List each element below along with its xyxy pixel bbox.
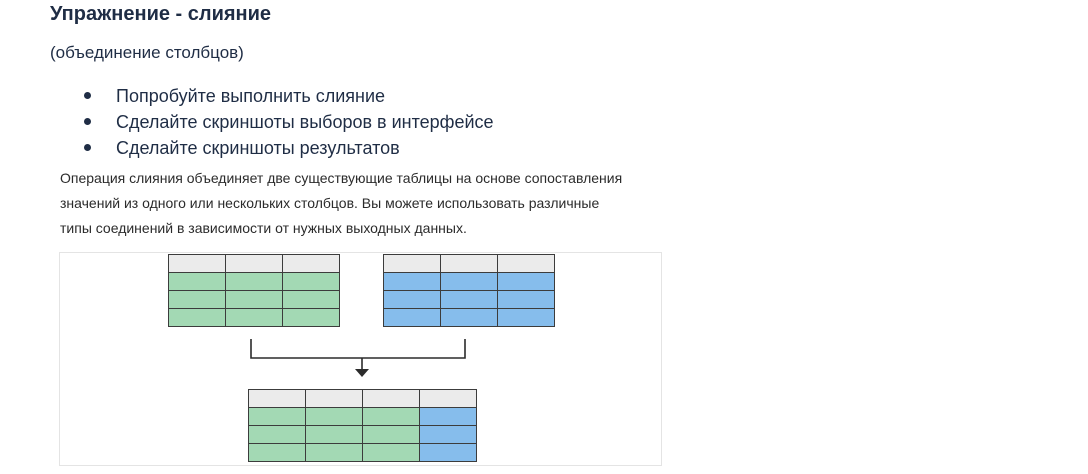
table-cell [168, 290, 226, 309]
table-cell [383, 272, 441, 291]
table-cell [305, 407, 363, 426]
right-table [383, 254, 555, 327]
table-cell [225, 272, 283, 291]
table-cell [248, 443, 306, 462]
table-cell [497, 290, 555, 309]
merge-connector-line [250, 339, 466, 359]
table-cell [440, 290, 498, 309]
table-header-cell [282, 254, 340, 273]
table-cell [168, 272, 226, 291]
task-item: Попробуйте выполнить слияние [80, 83, 494, 109]
table-cell [362, 407, 420, 426]
bullet-icon [84, 144, 91, 151]
task-list: Попробуйте выполнить слияние Сделайте ск… [80, 83, 494, 161]
description-line: значений из одного или нескольких столбц… [60, 195, 600, 211]
merge-diagram [59, 252, 662, 466]
table-cell [362, 443, 420, 462]
table-cell [282, 290, 340, 309]
task-item-text: Сделайте скриншоты выборов в интерфейсе [116, 112, 494, 132]
table-cell [248, 425, 306, 444]
table-cell [282, 308, 340, 327]
description-line: типы соединений в зависимости от нужных … [60, 220, 467, 236]
arrow-down-icon [355, 369, 369, 377]
bullet-icon [84, 118, 91, 125]
task-item-text: Сделайте скриншоты результатов [116, 138, 400, 158]
table-cell [305, 425, 363, 444]
table-header-cell [305, 389, 363, 408]
table-header-cell [497, 254, 555, 273]
table-cell [497, 272, 555, 291]
table-cell [383, 308, 441, 327]
table-cell [419, 425, 477, 444]
table-cell [419, 407, 477, 426]
table-header-cell [248, 389, 306, 408]
merge-description: Операция слияния объединяет две существу… [60, 166, 680, 241]
task-item: Сделайте скриншоты результатов [80, 135, 494, 161]
table-cell [248, 407, 306, 426]
table-cell [168, 308, 226, 327]
table-header-cell [168, 254, 226, 273]
table-cell [497, 308, 555, 327]
table-header-cell [440, 254, 498, 273]
table-header-cell [419, 389, 477, 408]
table-cell [225, 290, 283, 309]
bullet-icon [84, 92, 91, 99]
table-cell [440, 308, 498, 327]
description-line: Операция слияния объединяет две существу… [60, 170, 623, 186]
table-cell [282, 272, 340, 291]
page-title: Упражнение - слияние [50, 3, 272, 25]
table-header-cell [383, 254, 441, 273]
table-cell [362, 425, 420, 444]
table-cell [383, 290, 441, 309]
left-table [168, 254, 340, 327]
page-subtitle: (объединение столбцов) [50, 43, 244, 62]
table-cell [419, 443, 477, 462]
table-header-cell [225, 254, 283, 273]
merge-diagram-svg [168, 254, 555, 462]
table-cell [225, 308, 283, 327]
table-cell [440, 272, 498, 291]
table-header-cell [362, 389, 420, 408]
task-item: Сделайте скриншоты выборов в интерфейсе [80, 109, 494, 135]
result-table [248, 389, 477, 462]
table-cell [305, 443, 363, 462]
task-item-text: Попробуйте выполнить слияние [116, 86, 386, 106]
